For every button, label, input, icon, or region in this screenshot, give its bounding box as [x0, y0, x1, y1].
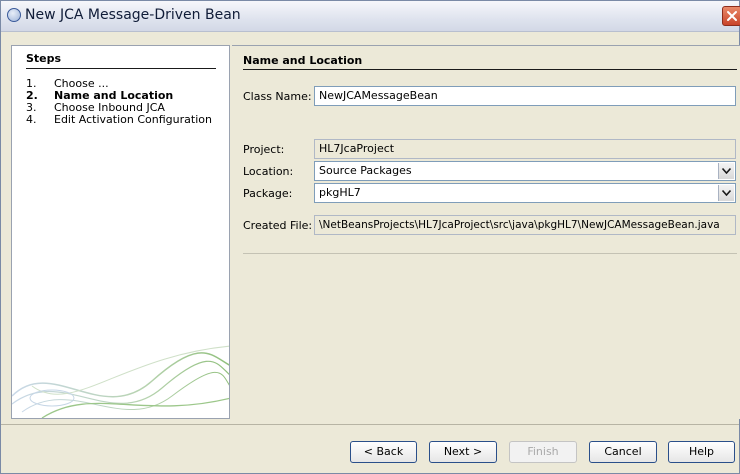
package-label: Package:: [243, 187, 293, 200]
chevron-down-icon: [722, 168, 731, 174]
button-bar-divider: [1, 424, 739, 425]
name-location-panel: Name and Location Class Name: NewJCAMess…: [232, 45, 740, 419]
location-value: Source Packages: [319, 164, 412, 177]
finish-button[interactable]: Finish: [509, 441, 577, 463]
project-value: HL7JcaProject: [319, 142, 395, 155]
class-name-label: Class Name:: [243, 90, 312, 103]
step-number: 4.: [26, 113, 37, 126]
wizard-window: New JCA Message-Driven Bean Steps 1. Choo…: [0, 0, 740, 474]
location-label: Location:: [243, 165, 294, 178]
window-title: New JCA Message-Driven Bean: [25, 7, 241, 23]
created-file-field: \NetBeansProjects\HL7JcaProject\src\java…: [314, 215, 736, 235]
step-label: Edit Activation Configuration: [54, 113, 212, 126]
decorative-swirl-graphic: [12, 345, 229, 418]
project-label: Project:: [243, 143, 285, 156]
next-button[interactable]: Next >: [429, 441, 497, 463]
class-name-input[interactable]: NewJCAMessageBean: [314, 86, 736, 106]
steps-list: 1. Choose ... 2. Name and Location 3. Choose …: [26, 78, 212, 126]
created-file-value: \NetBeansProjects\HL7JcaProject\src\java…: [319, 219, 720, 231]
back-button[interactable]: < Back: [350, 441, 417, 463]
location-dropdown-button[interactable]: [718, 163, 734, 179]
bean-icon: [7, 8, 21, 22]
chevron-down-icon: [722, 190, 731, 196]
section-title: Name and Location: [243, 54, 363, 67]
title-bar[interactable]: New JCA Message-Driven Bean: [1, 1, 740, 32]
cancel-button[interactable]: Cancel: [589, 441, 657, 463]
project-field: HL7JcaProject: [314, 139, 736, 159]
package-dropdown-button[interactable]: [718, 185, 734, 201]
package-combobox[interactable]: pkgHL7: [314, 183, 736, 203]
steps-panel: Steps 1. Choose ... 2. Name and Location 3. C…: [11, 45, 230, 419]
class-name-value: NewJCAMessageBean: [319, 89, 438, 102]
created-file-label: Created File:: [243, 219, 313, 232]
step-item: 4. Edit Activation Configuration: [26, 114, 212, 126]
location-dropdown[interactable]: Source Packages: [314, 161, 736, 181]
help-button[interactable]: Help: [668, 441, 735, 463]
section-divider: [243, 69, 737, 70]
package-value: pkgHL7: [319, 186, 361, 199]
close-icon: [727, 11, 737, 21]
close-button[interactable]: [722, 6, 740, 26]
steps-divider: [26, 68, 216, 69]
steps-header: Steps: [26, 52, 62, 65]
form-divider: [243, 253, 737, 254]
